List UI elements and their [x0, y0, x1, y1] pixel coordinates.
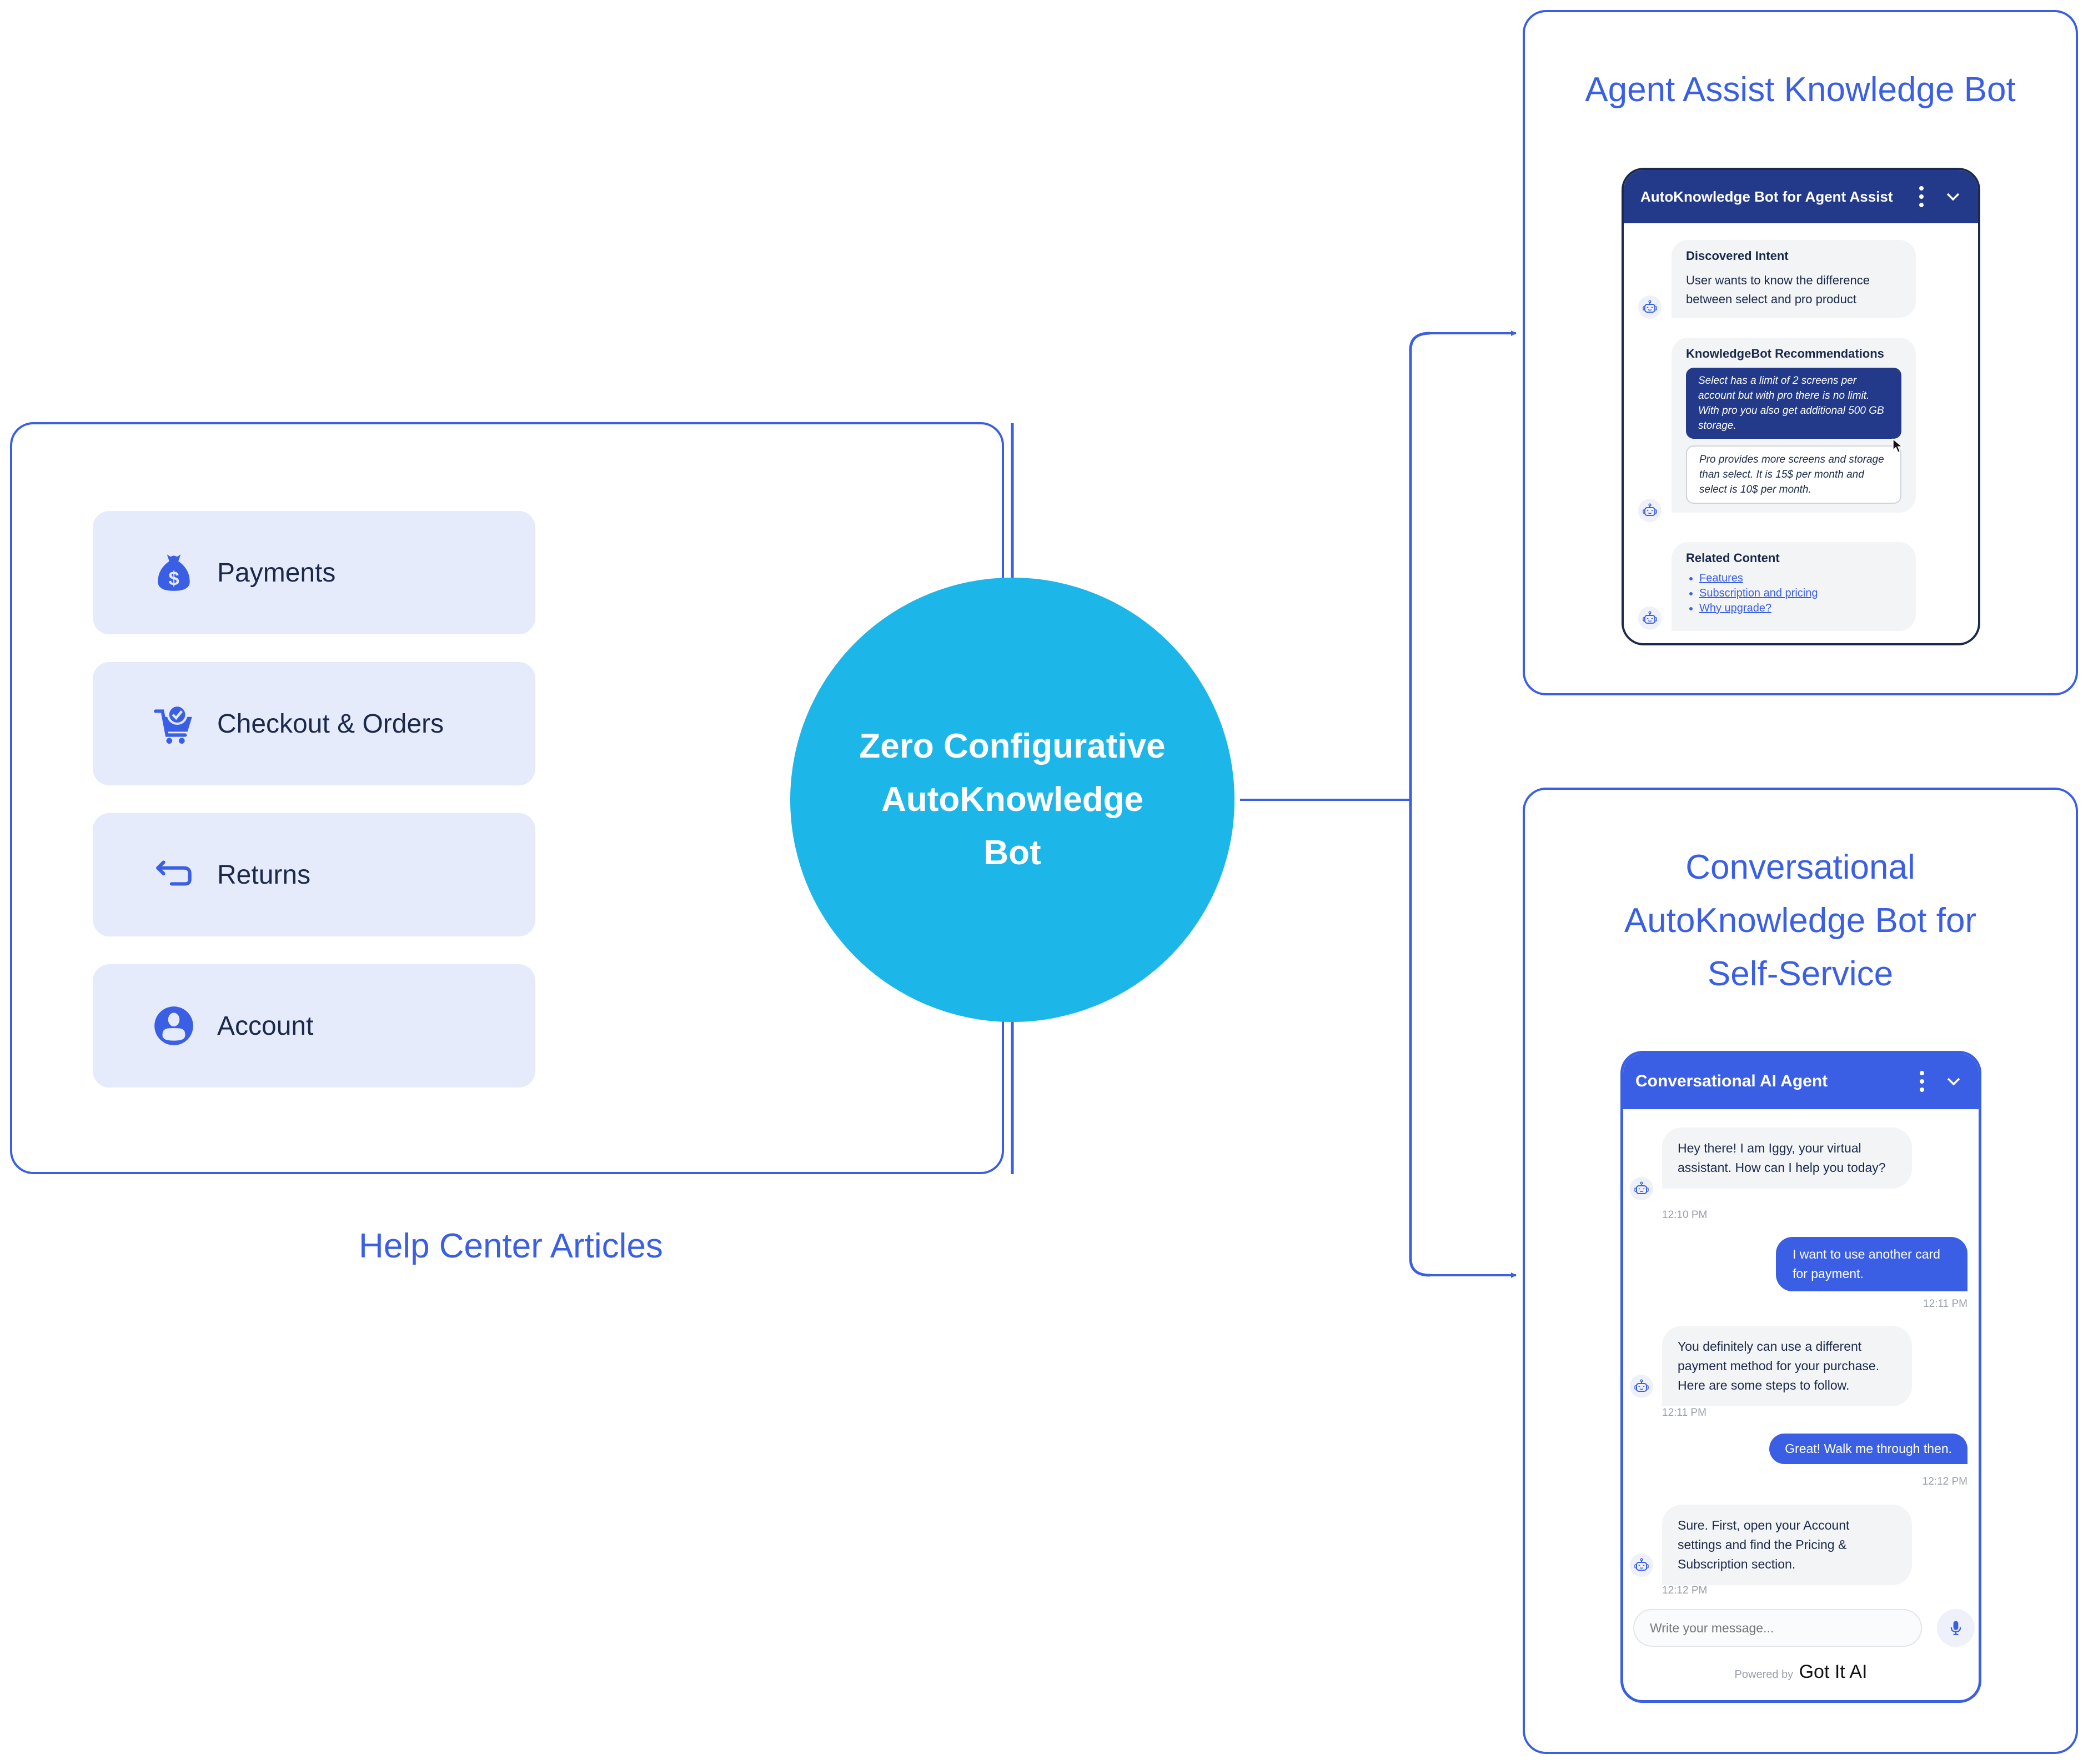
bot-message: Sure. First, open your Account settings … — [1662, 1505, 1912, 1585]
self-service-panel-title-line: AutoKnowledge Bot for — [1624, 901, 1977, 940]
robot-icon — [1634, 1379, 1649, 1392]
mouse-cursor-icon — [1893, 438, 1904, 453]
message-timestamp: 12:11 PM — [1662, 1407, 1706, 1419]
topic-label: Payments — [217, 558, 336, 588]
message-timestamp: 12:12 PM — [1922, 1476, 1967, 1487]
autoknowledge-hub: Zero Configurative AutoKnowledge Bot — [790, 578, 1234, 1022]
powered-by-label: Powered by — [1734, 1668, 1794, 1681]
hub-title-line: Bot — [983, 834, 1041, 872]
intent-text: User wants to know the difference betwee… — [1686, 273, 1870, 306]
microphone-icon — [1950, 1621, 1961, 1635]
user-circle-icon — [146, 998, 202, 1054]
brand-logo: Got It AI — [1799, 1661, 1868, 1682]
card-heading: Discovered Intent — [1686, 249, 1789, 263]
chevron-down-icon[interactable] — [1945, 188, 1961, 205]
message-timestamp: 12:11 PM — [1923, 1298, 1967, 1310]
cart-check-icon — [146, 696, 202, 751]
bot-message: Hey there! I am Iggy, your virtual assis… — [1662, 1127, 1912, 1189]
user-message: Great! Walk me through then. — [1769, 1434, 1967, 1464]
more-options-icon[interactable] — [1918, 1071, 1926, 1092]
topic-label: Account — [217, 1011, 314, 1041]
related-link[interactable]: Features — [1699, 572, 1743, 584]
message-input[interactable] — [1633, 1609, 1922, 1647]
agent-assist-panel-title: Agent Assist Knowledge Bot — [1585, 71, 2016, 109]
message-timestamp: 12:10 PM — [1662, 1209, 1708, 1221]
robot-icon — [1643, 503, 1657, 516]
recommendations-card: KnowledgeBot Recommendations Select has … — [1672, 338, 1916, 513]
bot-avatar — [1638, 295, 1662, 319]
connector-split — [1409, 332, 1431, 1277]
robot-icon — [1634, 1181, 1649, 1194]
related-content-card: Related Content Features Subscription an… — [1672, 542, 1916, 631]
bot-avatar — [1630, 1177, 1653, 1200]
agent-assist-widget: AutoKnowledge Bot for Agent Assist Disco… — [1622, 168, 1980, 645]
bot-avatar — [1638, 499, 1662, 522]
microphone-button[interactable] — [1937, 1609, 1975, 1647]
bot-avatar — [1630, 1375, 1653, 1398]
self-service-panel-title-line: Self-Service — [1707, 955, 1894, 993]
self-service-panel-title-line: Conversational — [1685, 848, 1915, 886]
widget-title: AutoKnowledge Bot for Agent Assist — [1640, 188, 1893, 205]
bot-avatar — [1638, 607, 1662, 630]
robot-icon — [1634, 1558, 1649, 1571]
hub-title-line: AutoKnowledge — [881, 780, 1143, 819]
related-link[interactable]: Why upgrade? — [1699, 602, 1771, 614]
widget-title: Conversational AI Agent — [1635, 1072, 1828, 1090]
topic-checkout-orders[interactable]: Checkout & Orders — [93, 662, 535, 785]
help-center-caption: Help Center Articles — [359, 1227, 663, 1265]
widget-header: AutoKnowledge Bot for Agent Assist — [1624, 170, 1978, 223]
card-heading: KnowledgeBot Recommendations — [1686, 347, 1884, 360]
topic-account[interactable]: Account — [93, 964, 535, 1088]
card-heading: Related Content — [1686, 551, 1780, 565]
widget-header: Conversational AI Agent — [1623, 1054, 1979, 1109]
related-link[interactable]: Subscription and pricing — [1699, 587, 1818, 599]
related-links-list: Features Subscription and pricing Why up… — [1686, 571, 1901, 616]
powered-by: Powered by Got It AI — [1623, 1661, 1979, 1683]
hub-title-line: Zero Configurative — [859, 727, 1166, 765]
return-arrow-icon — [146, 847, 202, 903]
svg-text:$: $ — [168, 568, 179, 590]
recommendation-option-selected[interactable]: Select has a limit of 2 screens per acco… — [1686, 368, 1901, 439]
bot-avatar — [1630, 1553, 1653, 1577]
discovered-intent-card: Discovered Intent User wants to know the… — [1672, 240, 1916, 318]
bot-message: You definitely can use a different payme… — [1662, 1326, 1912, 1406]
user-message: I want to use another card for payment. — [1776, 1237, 1967, 1291]
topic-label: Checkout & Orders — [217, 709, 444, 739]
robot-icon — [1643, 611, 1657, 624]
recommendation-option[interactable]: Pro provides more screens and storage th… — [1686, 445, 1901, 504]
topic-label: Returns — [217, 860, 311, 890]
message-timestamp: 12:12 PM — [1662, 1585, 1708, 1596]
chevron-down-icon[interactable] — [1945, 1073, 1962, 1090]
robot-icon — [1643, 300, 1657, 313]
topic-returns[interactable]: Returns — [93, 813, 535, 936]
topic-payments[interactable]: $ Payments — [93, 511, 535, 634]
more-options-icon[interactable] — [1917, 186, 1926, 207]
conversational-widget: Conversational AI Agent Hey there! I am … — [1620, 1051, 1981, 1703]
money-bag-icon: $ — [146, 545, 202, 600]
